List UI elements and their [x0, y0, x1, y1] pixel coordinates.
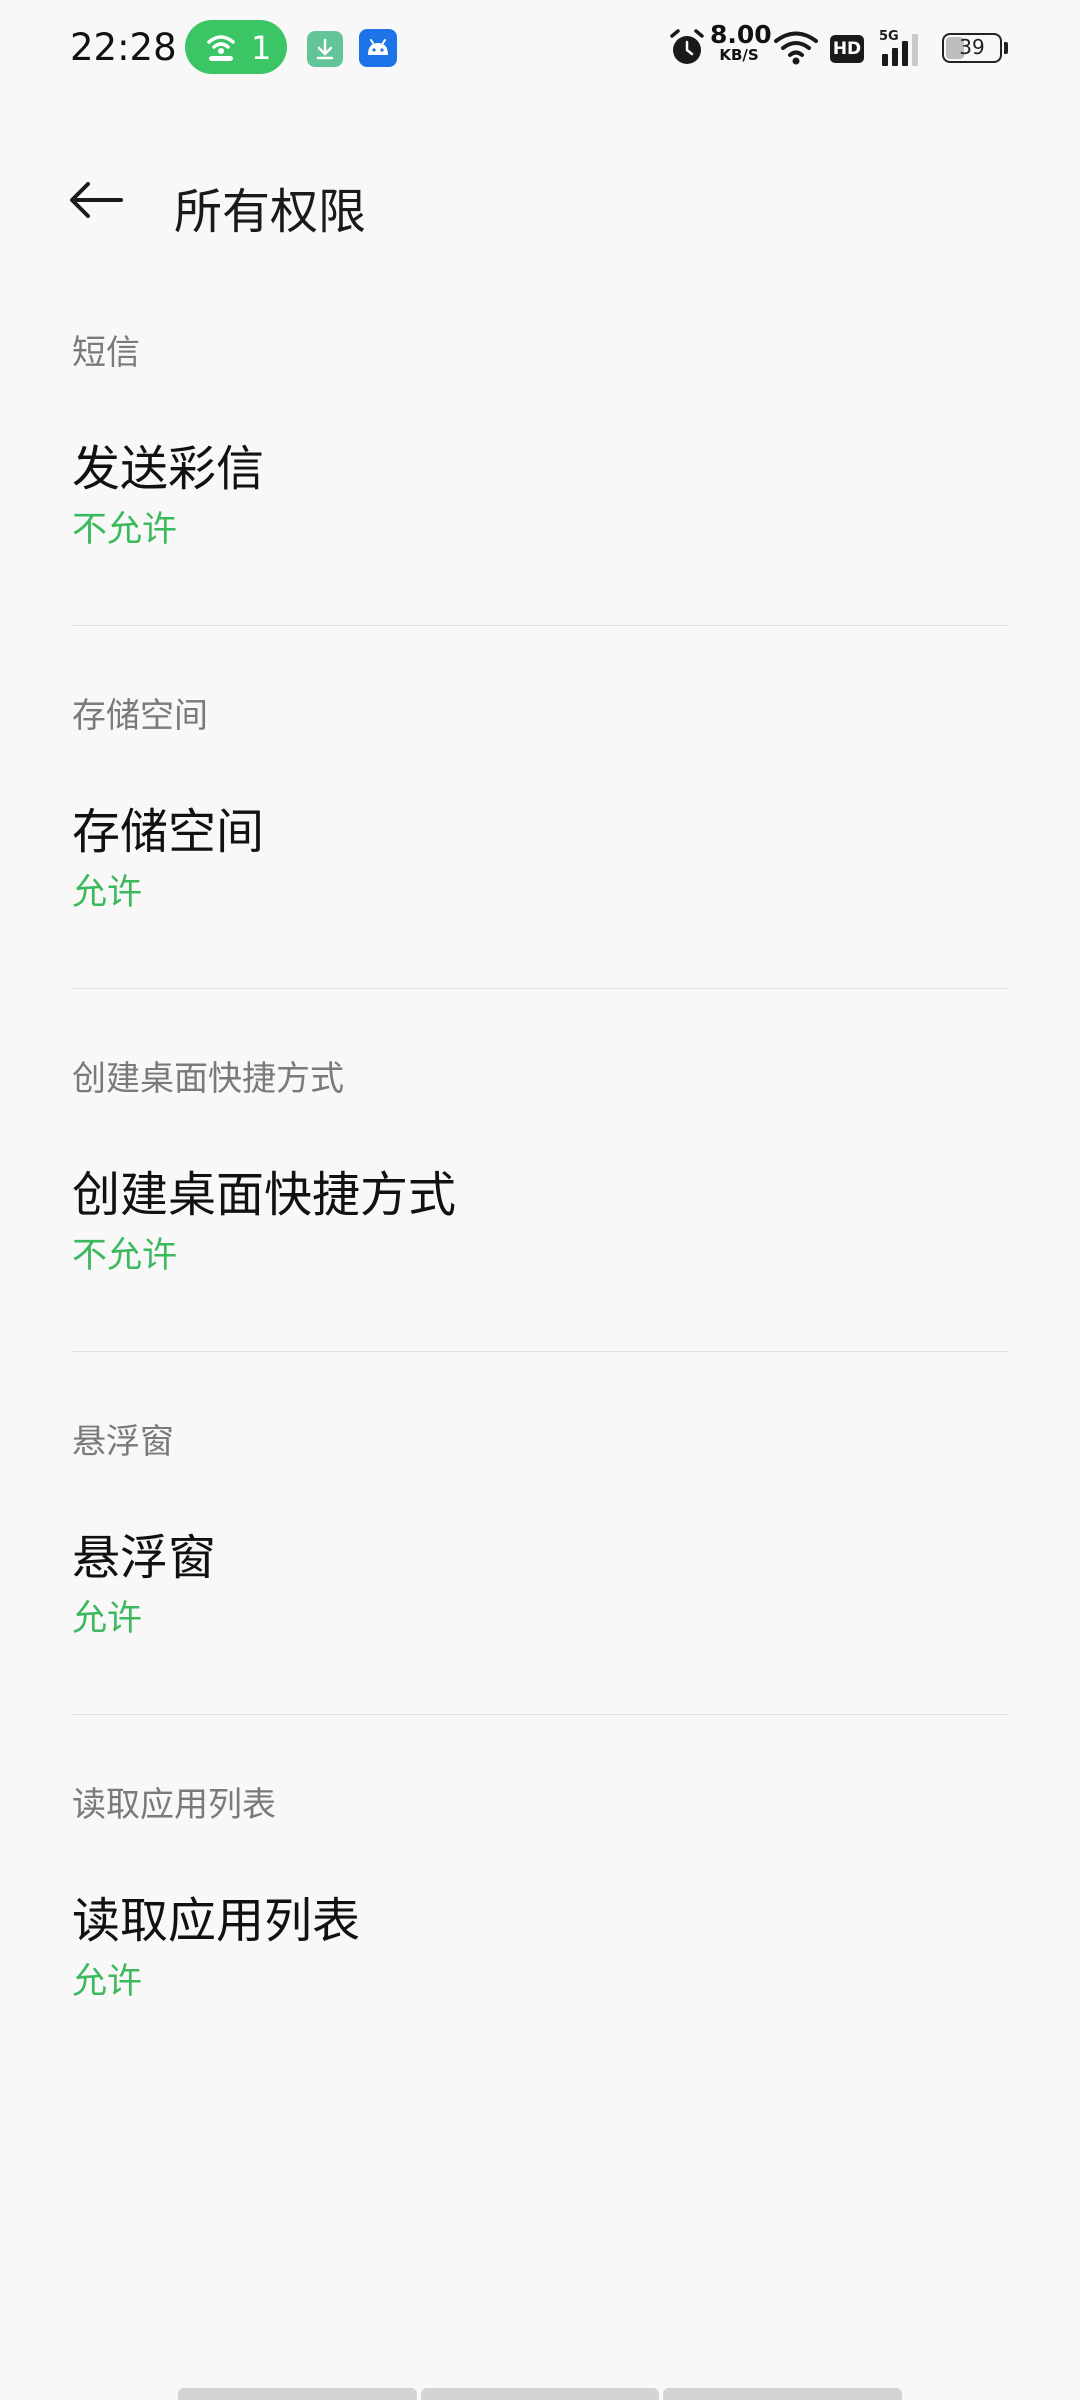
permission-item[interactable]: 存储空间 允许 — [0, 752, 1080, 922]
alarm-icon — [670, 29, 704, 64]
permission-status: 不允许 — [72, 1236, 178, 1276]
back-button[interactable] — [58, 167, 132, 233]
permission-title: 存储空间 — [72, 804, 265, 860]
gesture-segment — [178, 2388, 417, 2400]
hotspot-icon — [207, 35, 235, 61]
battery-cap — [1004, 42, 1008, 54]
gesture-navigation-bar[interactable] — [178, 2388, 903, 2400]
net-speed: 8.00 KB/S — [710, 20, 772, 64]
battery-level: 39 — [959, 35, 985, 59]
section-header: 读取应用列表 — [72, 1785, 276, 1825]
permission-item[interactable]: 读取应用列表 允许 — [0, 1841, 1080, 2011]
permission-status: 允许 — [72, 873, 143, 913]
permission-status: 允许 — [72, 1962, 143, 2002]
permission-title: 悬浮窗 — [72, 1530, 217, 1586]
net-speed-unit: KB/S — [719, 46, 759, 64]
permission-status: 不允许 — [72, 510, 178, 550]
status-time: 22:28 — [70, 26, 177, 69]
screen: 22:28 1 8.00 KB/S HD 5G 39 所有权限 短信 发送彩信 … — [0, 0, 1080, 2400]
network-type-label: 5G — [879, 29, 899, 44]
page-header: 所有权限 — [0, 150, 1080, 250]
android-icon — [359, 29, 397, 67]
arrow-left-icon — [70, 182, 123, 218]
battery-icon: 39 — [942, 33, 1002, 63]
permission-title: 发送彩信 — [72, 441, 265, 497]
permission-item[interactable]: 悬浮窗 允许 — [0, 1478, 1080, 1648]
gesture-segment — [663, 2388, 903, 2400]
divider — [72, 625, 1008, 626]
permission-title: 创建桌面快捷方式 — [72, 1167, 457, 1223]
status-bar: 22:28 1 8.00 KB/S HD 5G 39 — [0, 0, 1080, 96]
hotspot-indicator[interactable]: 1 — [185, 20, 287, 74]
wifi-icon — [774, 31, 818, 65]
section-header: 悬浮窗 — [72, 1422, 174, 1462]
hotspot-count: 1 — [251, 29, 272, 67]
section-header: 创建桌面快捷方式 — [72, 1059, 344, 1099]
signal-icon: 5G — [879, 29, 918, 66]
page-title: 所有权限 — [174, 184, 367, 240]
divider — [72, 1351, 1008, 1352]
net-speed-value: 8.00 — [710, 20, 772, 49]
permission-item[interactable]: 创建桌面快捷方式 不允许 — [0, 1115, 1080, 1285]
gesture-segment — [420, 2388, 660, 2400]
permission-item[interactable]: 发送彩信 不允许 — [0, 389, 1080, 559]
divider — [72, 988, 1008, 989]
download-icon — [307, 31, 343, 67]
permission-status: 允许 — [72, 1599, 143, 1639]
hd-badge: HD — [830, 35, 864, 63]
section-header: 存储空间 — [72, 696, 208, 736]
section-header: 短信 — [72, 333, 140, 373]
divider — [72, 1714, 1008, 1715]
permission-title: 读取应用列表 — [72, 1893, 361, 1949]
